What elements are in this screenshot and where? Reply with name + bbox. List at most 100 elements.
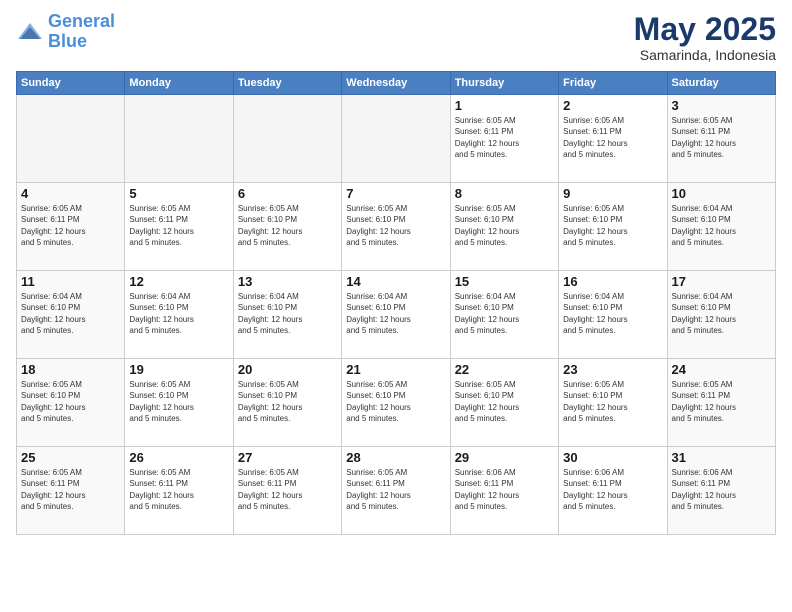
calendar-cell: 2 Sunrise: 6:05 AM Sunset: 6:11 PM Daylig… bbox=[559, 95, 667, 183]
day-number: 10 bbox=[672, 186, 771, 201]
day-number: 27 bbox=[238, 450, 337, 465]
calendar-cell: 24 Sunrise: 6:05 AM Sunset: 6:11 PM Dayli… bbox=[667, 359, 775, 447]
day-info: Sunrise: 6:05 AM Sunset: 6:10 PM Dayligh… bbox=[21, 379, 120, 424]
day-info: Sunrise: 6:06 AM Sunset: 6:11 PM Dayligh… bbox=[672, 467, 771, 512]
day-info: Sunrise: 6:05 AM Sunset: 6:11 PM Dayligh… bbox=[129, 203, 228, 248]
day-number: 24 bbox=[672, 362, 771, 377]
day-number: 31 bbox=[672, 450, 771, 465]
calendar-week-5: 25 Sunrise: 6:05 AM Sunset: 6:11 PM Dayli… bbox=[17, 447, 776, 535]
day-info: Sunrise: 6:04 AM Sunset: 6:10 PM Dayligh… bbox=[238, 291, 337, 336]
day-number: 25 bbox=[21, 450, 120, 465]
calendar-cell: 22 Sunrise: 6:05 AM Sunset: 6:10 PM Dayli… bbox=[450, 359, 558, 447]
calendar-week-4: 18 Sunrise: 6:05 AM Sunset: 6:10 PM Dayli… bbox=[17, 359, 776, 447]
calendar-cell: 11 Sunrise: 6:04 AM Sunset: 6:10 PM Dayli… bbox=[17, 271, 125, 359]
weekday-header-friday: Friday bbox=[559, 72, 667, 95]
day-info: Sunrise: 6:05 AM Sunset: 6:11 PM Dayligh… bbox=[21, 203, 120, 248]
logo-text: GeneralBlue bbox=[48, 12, 115, 52]
calendar-cell: 23 Sunrise: 6:05 AM Sunset: 6:10 PM Dayli… bbox=[559, 359, 667, 447]
day-info: Sunrise: 6:05 AM Sunset: 6:11 PM Dayligh… bbox=[672, 379, 771, 424]
day-info: Sunrise: 6:04 AM Sunset: 6:10 PM Dayligh… bbox=[672, 291, 771, 336]
weekday-header-tuesday: Tuesday bbox=[233, 72, 341, 95]
day-number: 16 bbox=[563, 274, 662, 289]
day-info: Sunrise: 6:05 AM Sunset: 6:11 PM Dayligh… bbox=[129, 467, 228, 512]
day-info: Sunrise: 6:05 AM Sunset: 6:10 PM Dayligh… bbox=[455, 203, 554, 248]
page: GeneralBlue May 2025 Samarinda, Indonesi… bbox=[0, 0, 792, 612]
calendar-cell: 25 Sunrise: 6:05 AM Sunset: 6:11 PM Dayli… bbox=[17, 447, 125, 535]
title-block: May 2025 Samarinda, Indonesia bbox=[634, 12, 776, 63]
day-number: 20 bbox=[238, 362, 337, 377]
day-info: Sunrise: 6:04 AM Sunset: 6:10 PM Dayligh… bbox=[563, 291, 662, 336]
calendar-week-3: 11 Sunrise: 6:04 AM Sunset: 6:10 PM Dayli… bbox=[17, 271, 776, 359]
calendar-cell: 17 Sunrise: 6:04 AM Sunset: 6:10 PM Dayli… bbox=[667, 271, 775, 359]
weekday-header-saturday: Saturday bbox=[667, 72, 775, 95]
weekday-header-row: SundayMondayTuesdayWednesdayThursdayFrid… bbox=[17, 72, 776, 95]
logo-icon bbox=[16, 21, 44, 43]
day-info: Sunrise: 6:05 AM Sunset: 6:11 PM Dayligh… bbox=[238, 467, 337, 512]
day-info: Sunrise: 6:05 AM Sunset: 6:11 PM Dayligh… bbox=[563, 115, 662, 160]
calendar-cell: 9 Sunrise: 6:05 AM Sunset: 6:10 PM Daylig… bbox=[559, 183, 667, 271]
calendar-cell bbox=[233, 95, 341, 183]
calendar-cell: 20 Sunrise: 6:05 AM Sunset: 6:10 PM Dayli… bbox=[233, 359, 341, 447]
calendar-cell: 26Sunrise: 6:05 AM Sunset: 6:11 PM Dayli… bbox=[125, 447, 233, 535]
day-info: Sunrise: 6:05 AM Sunset: 6:10 PM Dayligh… bbox=[455, 379, 554, 424]
calendar-cell: 3 Sunrise: 6:05 AM Sunset: 6:11 PM Daylig… bbox=[667, 95, 775, 183]
day-number: 9 bbox=[563, 186, 662, 201]
day-number: 19 bbox=[129, 362, 228, 377]
day-number: 2 bbox=[563, 98, 662, 113]
weekday-header-wednesday: Wednesday bbox=[342, 72, 450, 95]
day-info: Sunrise: 6:06 AM Sunset: 6:11 PM Dayligh… bbox=[563, 467, 662, 512]
calendar-cell: 21 Sunrise: 6:05 AM Sunset: 6:10 PM Dayli… bbox=[342, 359, 450, 447]
weekday-header-monday: Monday bbox=[125, 72, 233, 95]
day-number: 12 bbox=[129, 274, 228, 289]
day-info: Sunrise: 6:05 AM Sunset: 6:11 PM Dayligh… bbox=[346, 467, 445, 512]
day-info: Sunrise: 6:05 AM Sunset: 6:11 PM Dayligh… bbox=[21, 467, 120, 512]
day-info: Sunrise: 6:05 AM Sunset: 6:10 PM Dayligh… bbox=[563, 379, 662, 424]
day-number: 7 bbox=[346, 186, 445, 201]
day-info: Sunrise: 6:05 AM Sunset: 6:10 PM Dayligh… bbox=[238, 203, 337, 248]
day-info: Sunrise: 6:05 AM Sunset: 6:11 PM Dayligh… bbox=[672, 115, 771, 160]
day-info: Sunrise: 6:05 AM Sunset: 6:10 PM Dayligh… bbox=[346, 203, 445, 248]
day-info: Sunrise: 6:05 AM Sunset: 6:10 PM Dayligh… bbox=[346, 379, 445, 424]
day-number: 18 bbox=[21, 362, 120, 377]
day-number: 23 bbox=[563, 362, 662, 377]
calendar-cell: 15Sunrise: 6:04 AM Sunset: 6:10 PM Dayli… bbox=[450, 271, 558, 359]
day-number: 22 bbox=[455, 362, 554, 377]
calendar-cell: 13 Sunrise: 6:04 AM Sunset: 6:10 PM Dayli… bbox=[233, 271, 341, 359]
day-number: 14 bbox=[346, 274, 445, 289]
month-title: May 2025 bbox=[634, 12, 776, 47]
calendar-cell: 16 Sunrise: 6:04 AM Sunset: 6:10 PM Dayli… bbox=[559, 271, 667, 359]
calendar: SundayMondayTuesdayWednesdayThursdayFrid… bbox=[16, 71, 776, 535]
calendar-cell: 19 Sunrise: 6:05 AM Sunset: 6:10 PM Dayli… bbox=[125, 359, 233, 447]
day-info: Sunrise: 6:04 AM Sunset: 6:10 PM Dayligh… bbox=[346, 291, 445, 336]
weekday-header-sunday: Sunday bbox=[17, 72, 125, 95]
calendar-cell: 14 Sunrise: 6:04 AM Sunset: 6:10 PM Dayli… bbox=[342, 271, 450, 359]
day-number: 11 bbox=[21, 274, 120, 289]
calendar-cell: 1 Sunrise: 6:05 AM Sunset: 6:11 PM Daylig… bbox=[450, 95, 558, 183]
day-number: 3 bbox=[672, 98, 771, 113]
calendar-cell: 28Sunrise: 6:05 AM Sunset: 6:11 PM Dayli… bbox=[342, 447, 450, 535]
day-info: Sunrise: 6:05 AM Sunset: 6:10 PM Dayligh… bbox=[238, 379, 337, 424]
day-number: 5 bbox=[129, 186, 228, 201]
day-number: 30 bbox=[563, 450, 662, 465]
calendar-cell: 8 Sunrise: 6:05 AM Sunset: 6:10 PM Daylig… bbox=[450, 183, 558, 271]
day-number: 1 bbox=[455, 98, 554, 113]
calendar-cell bbox=[125, 95, 233, 183]
calendar-cell bbox=[342, 95, 450, 183]
weekday-header-thursday: Thursday bbox=[450, 72, 558, 95]
calendar-cell: 30 Sunrise: 6:06 AM Sunset: 6:11 PM Dayli… bbox=[559, 447, 667, 535]
day-number: 21 bbox=[346, 362, 445, 377]
day-number: 6 bbox=[238, 186, 337, 201]
logo: GeneralBlue bbox=[16, 12, 115, 52]
calendar-cell: 4Sunrise: 6:05 AM Sunset: 6:11 PM Daylig… bbox=[17, 183, 125, 271]
day-info: Sunrise: 6:05 AM Sunset: 6:10 PM Dayligh… bbox=[563, 203, 662, 248]
calendar-cell: 5 Sunrise: 6:05 AM Sunset: 6:11 PM Daylig… bbox=[125, 183, 233, 271]
day-info: Sunrise: 6:04 AM Sunset: 6:10 PM Dayligh… bbox=[672, 203, 771, 248]
calendar-cell: 12Sunrise: 6:04 AM Sunset: 6:10 PM Dayli… bbox=[125, 271, 233, 359]
day-number: 13 bbox=[238, 274, 337, 289]
day-number: 8 bbox=[455, 186, 554, 201]
day-number: 17 bbox=[672, 274, 771, 289]
day-info: Sunrise: 6:05 AM Sunset: 6:11 PM Dayligh… bbox=[455, 115, 554, 160]
day-info: Sunrise: 6:04 AM Sunset: 6:10 PM Dayligh… bbox=[455, 291, 554, 336]
day-info: Sunrise: 6:05 AM Sunset: 6:10 PM Dayligh… bbox=[129, 379, 228, 424]
day-info: Sunrise: 6:04 AM Sunset: 6:10 PM Dayligh… bbox=[21, 291, 120, 336]
